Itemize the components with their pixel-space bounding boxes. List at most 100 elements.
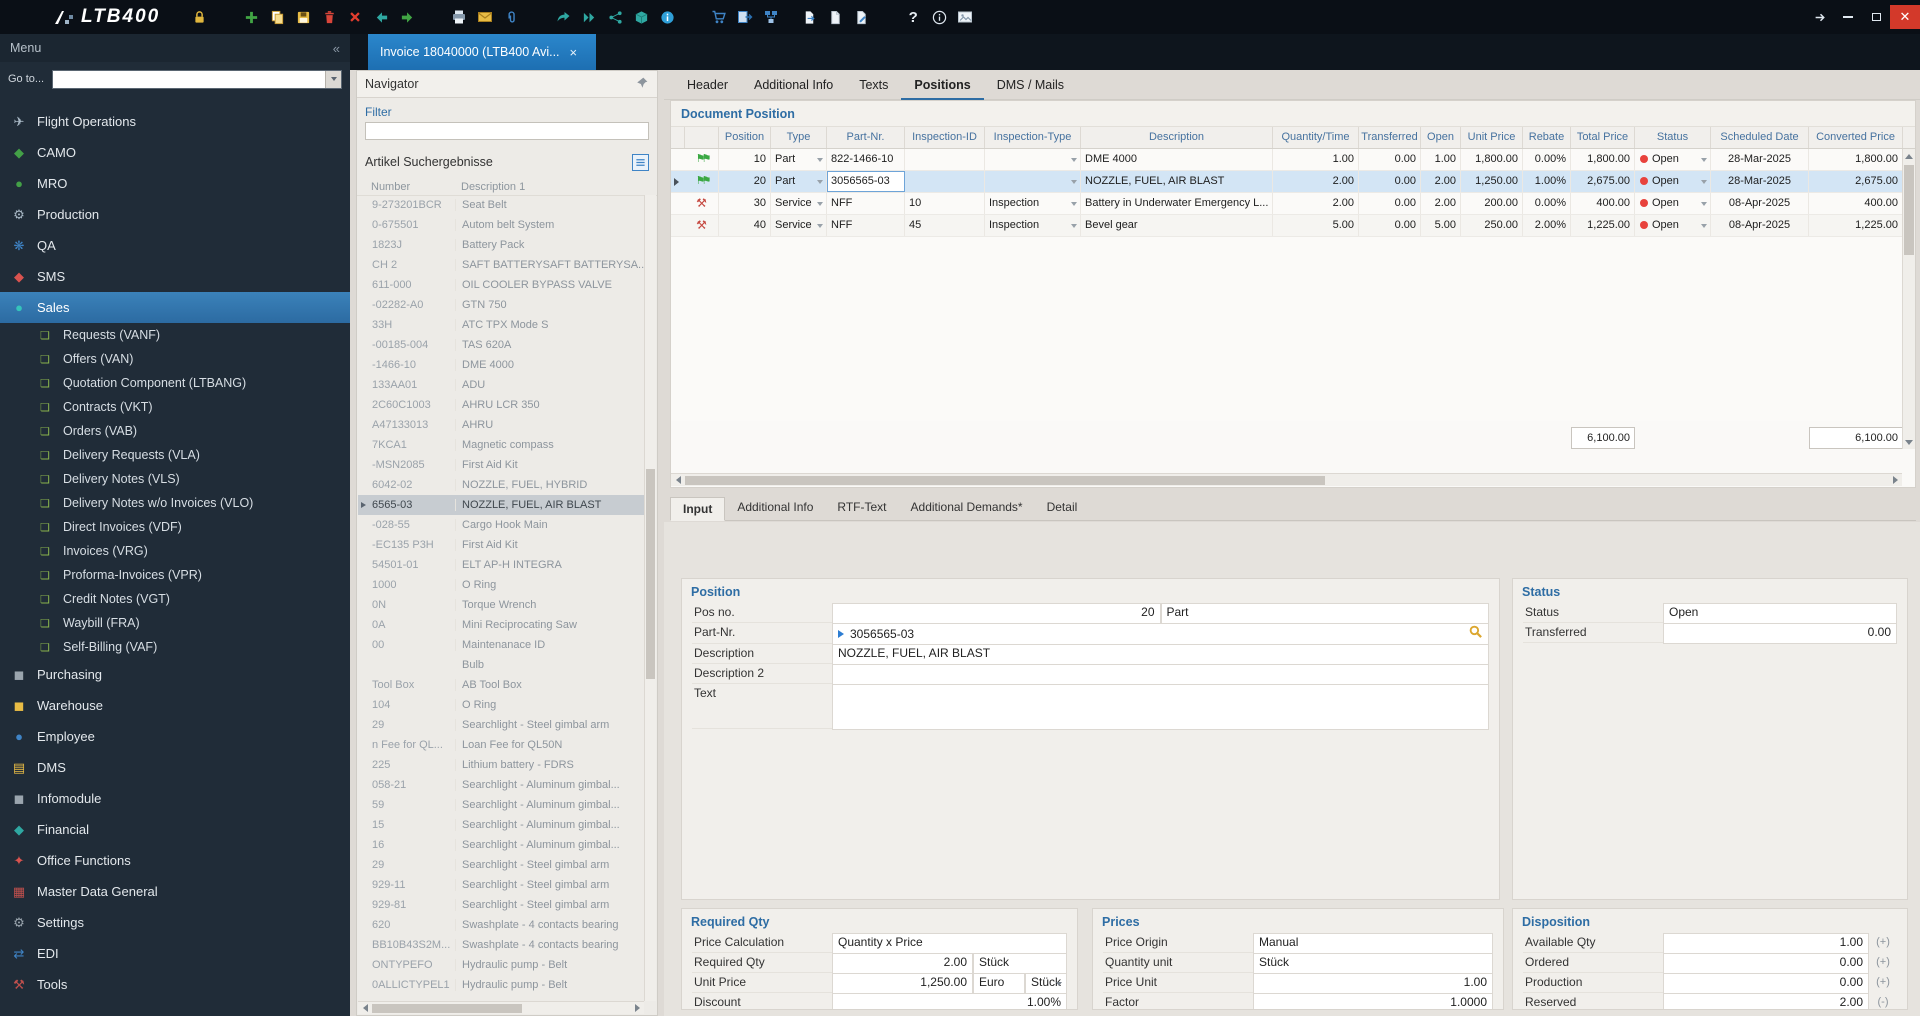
search-result-row[interactable]: ONTYPEFO Hydraulic pump - Belt: [358, 955, 644, 975]
cell-description[interactable]: NOZZLE, FUEL, AIR BLAST: [1081, 171, 1273, 192]
record-tab[interactable]: Texts: [846, 70, 901, 100]
search-result-row[interactable]: BB10B43S2M... Swashplate - 4 contacts be…: [358, 935, 644, 955]
sidebar-item[interactable]: ❏ Offers (VAN): [0, 347, 350, 371]
print-icon[interactable]: [446, 4, 472, 30]
sidebar-item[interactable]: ❏ Proforma-Invoices (VPR): [0, 563, 350, 587]
sidebar-item[interactable]: ● Sales: [0, 292, 350, 323]
search-result-row[interactable]: -EC135 P3H First Aid Kit: [358, 535, 644, 555]
cell-rebate[interactable]: 0.00%: [1523, 149, 1571, 170]
search-result-row[interactable]: 0ALLICTYPEL1 Hydraulic pump - Belt: [358, 975, 644, 995]
cell-total-price[interactable]: 1,225.00: [1571, 215, 1635, 236]
column-header[interactable]: Status: [1635, 127, 1711, 148]
cell-transferred[interactable]: 0.00: [1359, 215, 1421, 236]
description2-field[interactable]: [832, 664, 1489, 685]
search-result-row[interactable]: -MSN2085 First Aid Kit: [358, 455, 644, 475]
cell-part-nr[interactable]: NFF: [827, 215, 905, 236]
discount-field[interactable]: 1.00%: [832, 993, 1067, 1009]
price-row-value[interactable]: Stück: [1253, 953, 1493, 974]
price-row-value[interactable]: Manual: [1253, 933, 1493, 954]
column-header-number[interactable]: Number: [371, 181, 455, 193]
column-header[interactable]: Scheduled Date: [1711, 127, 1809, 148]
search-result-row[interactable]: A47133013 AHRU: [358, 415, 644, 435]
cell-inspection-type[interactable]: Inspection: [985, 193, 1081, 214]
sidebar-item[interactable]: ◼ Warehouse: [0, 690, 350, 721]
search-result-row[interactable]: 1823J Battery Pack: [358, 235, 644, 255]
cell-part-nr[interactable]: 822-1466-10: [827, 149, 905, 170]
results-settings-icon[interactable]: [632, 153, 649, 171]
table-vscrollbar[interactable]: [1902, 149, 1915, 449]
sidebar-item[interactable]: ▤ DMS: [0, 752, 350, 783]
column-header[interactable]: Rebate: [1523, 127, 1571, 148]
document-icon[interactable]: [822, 4, 848, 30]
sidebar-item[interactable]: ⚒ Tools: [0, 969, 350, 1000]
record-tab[interactable]: Header: [674, 70, 741, 100]
unit-price-field[interactable]: 1,250.00: [832, 973, 973, 994]
cell-transferred[interactable]: 0.00: [1359, 193, 1421, 214]
share-icon[interactable]: [550, 4, 576, 30]
search-result-row[interactable]: 058-21 Searchlight - Aluminum gimbal...: [358, 775, 644, 795]
cell-unit-price[interactable]: 1,800.00: [1461, 149, 1523, 170]
pos-no-field[interactable]: 20: [832, 603, 1161, 624]
search-result-row[interactable]: 0A Mini Reciprocating Saw: [358, 615, 644, 635]
column-header[interactable]: Quantity/Time: [1273, 127, 1359, 148]
document-tab-invoice[interactable]: Invoice 18040000 (LTB400 Avi... ×: [368, 34, 596, 70]
cell-position[interactable]: 40: [719, 215, 771, 236]
sidebar-item[interactable]: ❏ Delivery Notes w/o Invoices (VLO): [0, 491, 350, 515]
detail-tab[interactable]: Additional Info: [725, 496, 825, 520]
cell-inspection-id[interactable]: 45: [905, 215, 985, 236]
sidebar-item[interactable]: ❏ Orders (VAB): [0, 419, 350, 443]
required-qty-field[interactable]: 2.00: [832, 953, 973, 974]
copy-icon[interactable]: [264, 4, 290, 30]
cell-rebate[interactable]: 1.00%: [1523, 171, 1571, 192]
back-icon[interactable]: [368, 4, 394, 30]
document-export-icon[interactable]: [796, 4, 822, 30]
column-header[interactable]: Open: [1421, 127, 1461, 148]
sidebar-item[interactable]: ● MRO: [0, 168, 350, 199]
hscroll-thumb[interactable]: [372, 1003, 522, 1013]
pos-type-field[interactable]: Part: [1160, 603, 1489, 624]
sidebar-item[interactable]: ✈ Flight Operations: [0, 106, 350, 137]
sidebar-item[interactable]: ❏ Direct Invoices (VDF): [0, 515, 350, 539]
column-header[interactable]: Part-Nr.: [827, 127, 905, 148]
cell-description[interactable]: DME 4000: [1081, 149, 1273, 170]
record-tab[interactable]: DMS / Mails: [984, 70, 1077, 100]
help-icon[interactable]: ?: [900, 4, 926, 30]
search-result-row[interactable]: 59 Searchlight - Aluminum gimbal...: [358, 795, 644, 815]
goto-part-icon[interactable]: [838, 630, 844, 638]
cell-part-nr[interactable]: 3056565-03: [827, 171, 905, 192]
position-row[interactable]: 40 Service NFF 45 Inspection Bevel gear …: [671, 215, 1902, 237]
column-header[interactable]: Total Price: [1571, 127, 1635, 148]
goto-combobox[interactable]: [52, 69, 342, 89]
navigator-hscrollbar[interactable]: [358, 1001, 644, 1014]
sidebar-item[interactable]: ● Employee: [0, 721, 350, 752]
search-result-row[interactable]: 29 Searchlight - Steel gimbal arm: [358, 715, 644, 735]
search-result-row[interactable]: 104 O Ring: [358, 695, 644, 715]
search-result-row[interactable]: 1000 O Ring: [358, 575, 644, 595]
status-row-value[interactable]: Open: [1663, 603, 1897, 624]
sidebar-item[interactable]: ❏ Requests (VANF): [0, 323, 350, 347]
cell-position[interactable]: 30: [719, 193, 771, 214]
price-row-value[interactable]: 1.0000: [1253, 993, 1493, 1009]
cell-open[interactable]: 2.00: [1421, 193, 1461, 214]
attachment-icon[interactable]: [498, 4, 524, 30]
scroll-right-icon[interactable]: [1888, 474, 1902, 486]
sidebar-item[interactable]: ❏ Waybill (FRA): [0, 611, 350, 635]
column-header[interactable]: Inspection-ID: [905, 127, 985, 148]
navigator-vscrollbar[interactable]: [644, 195, 656, 1001]
undock-icon[interactable]: [1806, 5, 1834, 29]
search-result-row[interactable]: 7KCA1 Magnetic compass: [358, 435, 644, 455]
info-circle-icon[interactable]: [654, 4, 680, 30]
cell-inspection-type[interactable]: Inspection: [985, 215, 1081, 236]
goto-dropdown-icon[interactable]: [325, 70, 341, 88]
vscroll-thumb[interactable]: [646, 469, 655, 679]
scroll-down-icon[interactable]: [1903, 435, 1915, 449]
sidebar-item[interactable]: ❏ Delivery Requests (VLA): [0, 443, 350, 467]
scroll-right-icon[interactable]: [630, 1002, 644, 1014]
cell-rebate[interactable]: 2.00%: [1523, 215, 1571, 236]
search-result-row[interactable]: -028-55 Cargo Hook Main: [358, 515, 644, 535]
cell-position[interactable]: 10: [719, 149, 771, 170]
column-header[interactable]: Converted Price: [1809, 127, 1903, 148]
add-icon[interactable]: [238, 4, 264, 30]
cell-status[interactable]: Open: [1635, 193, 1711, 214]
cell-transferred[interactable]: 0.00: [1359, 171, 1421, 192]
